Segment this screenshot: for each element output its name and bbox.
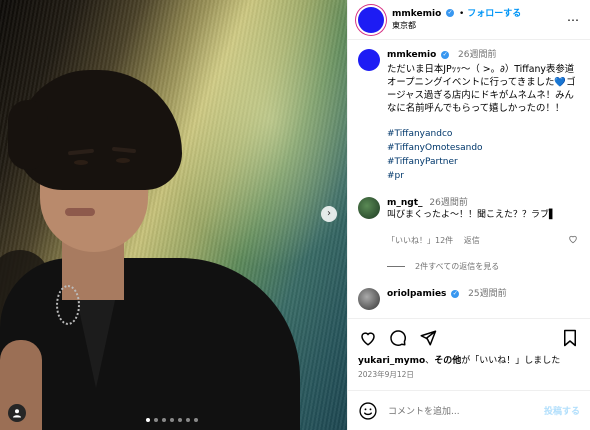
hashtag-link[interactable]: #TiffanyOmotesando xyxy=(387,141,580,155)
tagged-users-button[interactable] xyxy=(8,404,26,422)
caption-text: ただいま日本JPｯｯ〜（ >。∂）Tiffany表参道 オープニングイベントに行… xyxy=(387,64,576,114)
post-side-panel: mmkemio ✓ • フォローする 東京都 ⋯ mmkemio ✓ 26週間前 xyxy=(347,0,590,430)
like-button[interactable] xyxy=(358,328,378,348)
comment-likes-count[interactable]: 「いいね！」12件 xyxy=(387,236,453,245)
post-date[interactable]: 2023年9月12日 xyxy=(358,369,414,380)
comment-meta: 「いいね！」12件 返信 xyxy=(387,235,580,247)
caption-username[interactable]: mmkemio xyxy=(387,50,436,60)
likes-others-link[interactable]: その他 xyxy=(434,356,461,366)
caption-time: 26週間前 xyxy=(458,50,497,60)
photo-person xyxy=(0,0,347,430)
carousel-dot xyxy=(194,418,198,422)
photo-necklace xyxy=(56,285,80,325)
comment-reply-button[interactable]: 返信 xyxy=(464,236,480,245)
share-button[interactable] xyxy=(418,328,438,348)
paper-plane-icon xyxy=(420,330,437,345)
add-comment-bar: コメントを追加... 投稿する xyxy=(348,390,590,430)
post-photo[interactable]: › xyxy=(0,0,347,430)
hashtag-link[interactable]: #Tiffanyandco xyxy=(387,127,580,141)
photo-eye-left xyxy=(74,160,88,165)
emoji-icon[interactable] xyxy=(358,401,378,421)
likes-connector: 、 xyxy=(425,356,435,366)
bookmark-icon xyxy=(564,329,576,346)
comment-body: oriolpamies ✓ 25週間前 xyxy=(387,288,580,310)
replies-divider xyxy=(387,266,405,267)
carousel-dot xyxy=(170,418,174,422)
comment-avatar[interactable] xyxy=(358,288,380,310)
caption: mmkemio ✓ 26週間前 ただいま日本JPｯｯ〜（ >。∂）Tiffany… xyxy=(358,49,580,183)
comment-username[interactable]: oriolpamies xyxy=(387,289,446,299)
user-icon xyxy=(13,409,21,418)
comment-item: oriolpamies ✓ 25週間前 xyxy=(358,288,580,310)
likes-suffix: が「いいね！」しました xyxy=(461,356,561,366)
heart-icon xyxy=(361,331,375,346)
author-info: mmkemio ✓ • フォローする 東京都 xyxy=(392,8,567,32)
post-dialog: › mmkemio ✓ • フォローする 東京都 ⋯ mmkemio ✓ 26週… xyxy=(0,0,590,430)
comments-section[interactable]: mmkemio ✓ 26週間前 ただいま日本JPｯｯ〜（ >。∂）Tiffany… xyxy=(348,41,590,317)
hashtag-link[interactable]: #pr xyxy=(387,169,580,183)
carousel-dot xyxy=(162,418,166,422)
likes-user[interactable]: yukari_mymo xyxy=(358,356,425,366)
carousel-dot-active xyxy=(146,418,150,422)
verified-badge-icon: ✓ xyxy=(451,289,460,298)
post-action-bar xyxy=(348,318,590,356)
carousel-next-button[interactable]: › xyxy=(321,206,337,222)
comment-time: 25週間前 xyxy=(468,289,507,299)
save-button[interactable] xyxy=(560,328,580,348)
comment-body: m_ngt_ 26週間前 叫びまくったよ〜！！聞こえた？？ラブ▌ 「いいね！」1… xyxy=(387,197,580,247)
comment-username[interactable]: m_ngt_ xyxy=(387,198,423,208)
photo-jacket xyxy=(0,258,300,430)
comment-text: 叫びまくったよ〜！！聞こえた？？ラブ▌ xyxy=(387,210,556,220)
caption-avatar[interactable] xyxy=(358,49,380,71)
photo-hair xyxy=(8,70,182,190)
comment-item: m_ngt_ 26週間前 叫びまくったよ〜！！聞こえた？？ラブ▌ 「いいね！」1… xyxy=(358,197,580,247)
carousel-dot xyxy=(154,418,158,422)
carousel-dot xyxy=(186,418,190,422)
hashtag-link[interactable]: #TiffanyPartner xyxy=(387,155,580,169)
chevron-right-icon: › xyxy=(327,208,331,219)
photo-lips xyxy=(65,208,95,216)
verified-badge-icon: ✓ xyxy=(441,50,450,59)
post-comment-button[interactable]: 投稿する xyxy=(544,404,580,417)
comment-time: 26週間前 xyxy=(429,198,468,208)
comment-button[interactable] xyxy=(388,328,408,348)
photo-eye-right xyxy=(116,158,130,163)
post-location[interactable]: 東京都 xyxy=(392,20,567,32)
caption-body: mmkemio ✓ 26週間前 ただいま日本JPｯｯ〜（ >。∂）Tiffany… xyxy=(387,49,580,183)
comment-like-heart-icon[interactable] xyxy=(568,234,578,244)
author-username[interactable]: mmkemio xyxy=(392,9,441,19)
hashtag-list: #Tiffanyandco #TiffanyOmotesando #Tiffan… xyxy=(387,127,580,183)
follow-button[interactable]: フォローする xyxy=(467,9,521,19)
carousel-dot xyxy=(178,418,182,422)
comment-bubble-icon xyxy=(390,329,406,346)
comment-input[interactable]: コメントを追加... xyxy=(388,404,544,417)
post-header: mmkemio ✓ • フォローする 東京都 ⋯ xyxy=(348,0,590,40)
author-avatar[interactable] xyxy=(358,6,384,33)
view-replies-button[interactable]: 2件すべての返信を見る xyxy=(387,261,580,272)
verified-badge-icon: ✓ xyxy=(446,9,455,17)
comment-avatar[interactable] xyxy=(358,197,380,219)
carousel-dots xyxy=(146,418,198,422)
more-options-icon[interactable]: ⋯ xyxy=(567,13,580,27)
follow-separator: • xyxy=(459,8,465,19)
view-replies-label: 2件すべての返信を見る xyxy=(415,262,500,271)
likes-summary: yukari_mymo、その他が「いいね！」しました xyxy=(358,353,560,366)
